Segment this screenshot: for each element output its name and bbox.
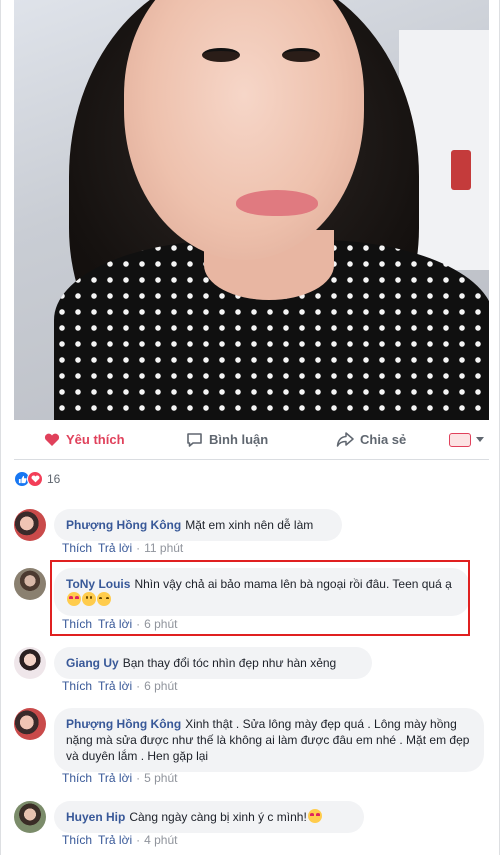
comment-author[interactable]: Phượng Hồng Kông [66,518,181,532]
like-button[interactable]: Yêu thích [44,432,125,447]
comment-like-link[interactable]: Thích [62,617,92,631]
heart-eyes-emoji-icon [67,592,81,606]
page-avatar-icon [449,432,471,447]
reactions-summary[interactable]: 16 [14,468,60,490]
comment-bubble: Phượng Hồng Kông Mặt em xinh nên dễ làm [54,509,342,541]
post-action-bar: Yêu thích Bình luận Chia sẻ [14,420,489,460]
grin-emoji-icon [82,592,96,606]
comment-actions: Thích Trả lời · 4 phút [62,833,177,847]
comment-bubble: ToNy Louis Nhìn vậy chả ai bảo mama lên b… [54,568,470,616]
comment-text: Bạn thay đổi tóc nhìn đẹp như hàn xẻng [122,656,337,670]
comment-like-link[interactable]: Thích [62,771,92,785]
share-button[interactable]: Chia sẻ [336,432,406,447]
post-photo[interactable] [14,0,489,420]
comment-author[interactable]: Phượng Hồng Kông [66,717,181,731]
separator-dot: · [136,771,141,785]
comment-reply-link[interactable]: Trả lời [98,541,132,555]
comment-button-label: Bình luận [209,432,269,447]
photo-lips [236,190,318,216]
separator-dot: · [136,541,141,555]
audience-selector[interactable] [449,432,484,447]
heart-icon [44,433,60,446]
comment-bubble: Phượng Hồng Kông Xinh thật . Sửa lông mày… [54,708,484,772]
comment-actions: Thích Trả lời · 6 phút [62,617,177,631]
separator-dot: · [136,679,141,693]
comment-like-link[interactable]: Thích [62,833,92,847]
avatar[interactable] [14,568,46,600]
comment-reply-link[interactable]: Trả lời [98,617,132,631]
comment-author[interactable]: Giang Uy [66,656,119,670]
separator-dot: · [136,617,141,631]
comment-text: Càng ngày càng bị xinh ý c mình! [129,810,307,824]
comment-reply-link[interactable]: Trả lời [98,679,132,693]
photo-background-object [451,150,471,190]
smile-emoji-icon [97,592,111,606]
photo-right-eye [282,48,320,62]
comment-actions: Thích Trả lời · 5 phút [62,771,177,785]
share-button-label: Chia sẻ [360,432,407,447]
reaction-count: 16 [47,472,61,486]
comment-timestamp[interactable]: 5 phút [144,771,177,785]
speech-bubble-icon [187,432,202,447]
love-reaction-icon [27,471,43,487]
share-arrow-icon [336,432,354,447]
avatar[interactable] [14,509,46,541]
comment-bubble: Huyen Hip Càng ngày càng bị xinh ý c mình… [54,801,364,833]
comment-actions: Thích Trả lời · 11 phút [62,541,183,555]
post-card: Yêu thích Bình luận Chia sẻ 16 Phượng Hồ… [0,0,500,855]
comment-author[interactable]: ToNy Louis [66,577,130,591]
comment-reply-link[interactable]: Trả lời [98,833,132,847]
comment-like-link[interactable]: Thích [62,541,92,555]
comment-text: Mặt em xinh nên dễ làm [185,518,314,532]
comment-like-link[interactable]: Thích [62,679,92,693]
photo-left-eye [202,48,240,62]
comment-timestamp[interactable]: 11 phút [144,541,183,555]
comment-timestamp[interactable]: 6 phút [144,679,177,693]
comment-bubble: Giang Uy Bạn thay đổi tóc nhìn đẹp như hà… [54,647,372,679]
comment-timestamp[interactable]: 6 phút [144,617,177,631]
like-button-label: Yêu thích [66,432,125,447]
heart-eyes-emoji-icon [307,809,322,823]
comment-reply-link[interactable]: Trả lời [98,771,132,785]
avatar[interactable] [14,801,46,833]
avatar[interactable] [14,647,46,679]
chevron-down-icon [476,437,484,442]
comment-actions: Thích Trả lời · 6 phút [62,679,177,693]
avatar[interactable] [14,708,46,740]
comment-author[interactable]: Huyen Hip [66,810,125,824]
comment-text: Nhìn vậy chả ai bảo mama lên bà ngoại rồ… [134,577,452,591]
comment-timestamp[interactable]: 4 phút [144,833,177,847]
separator-dot: · [136,833,141,847]
